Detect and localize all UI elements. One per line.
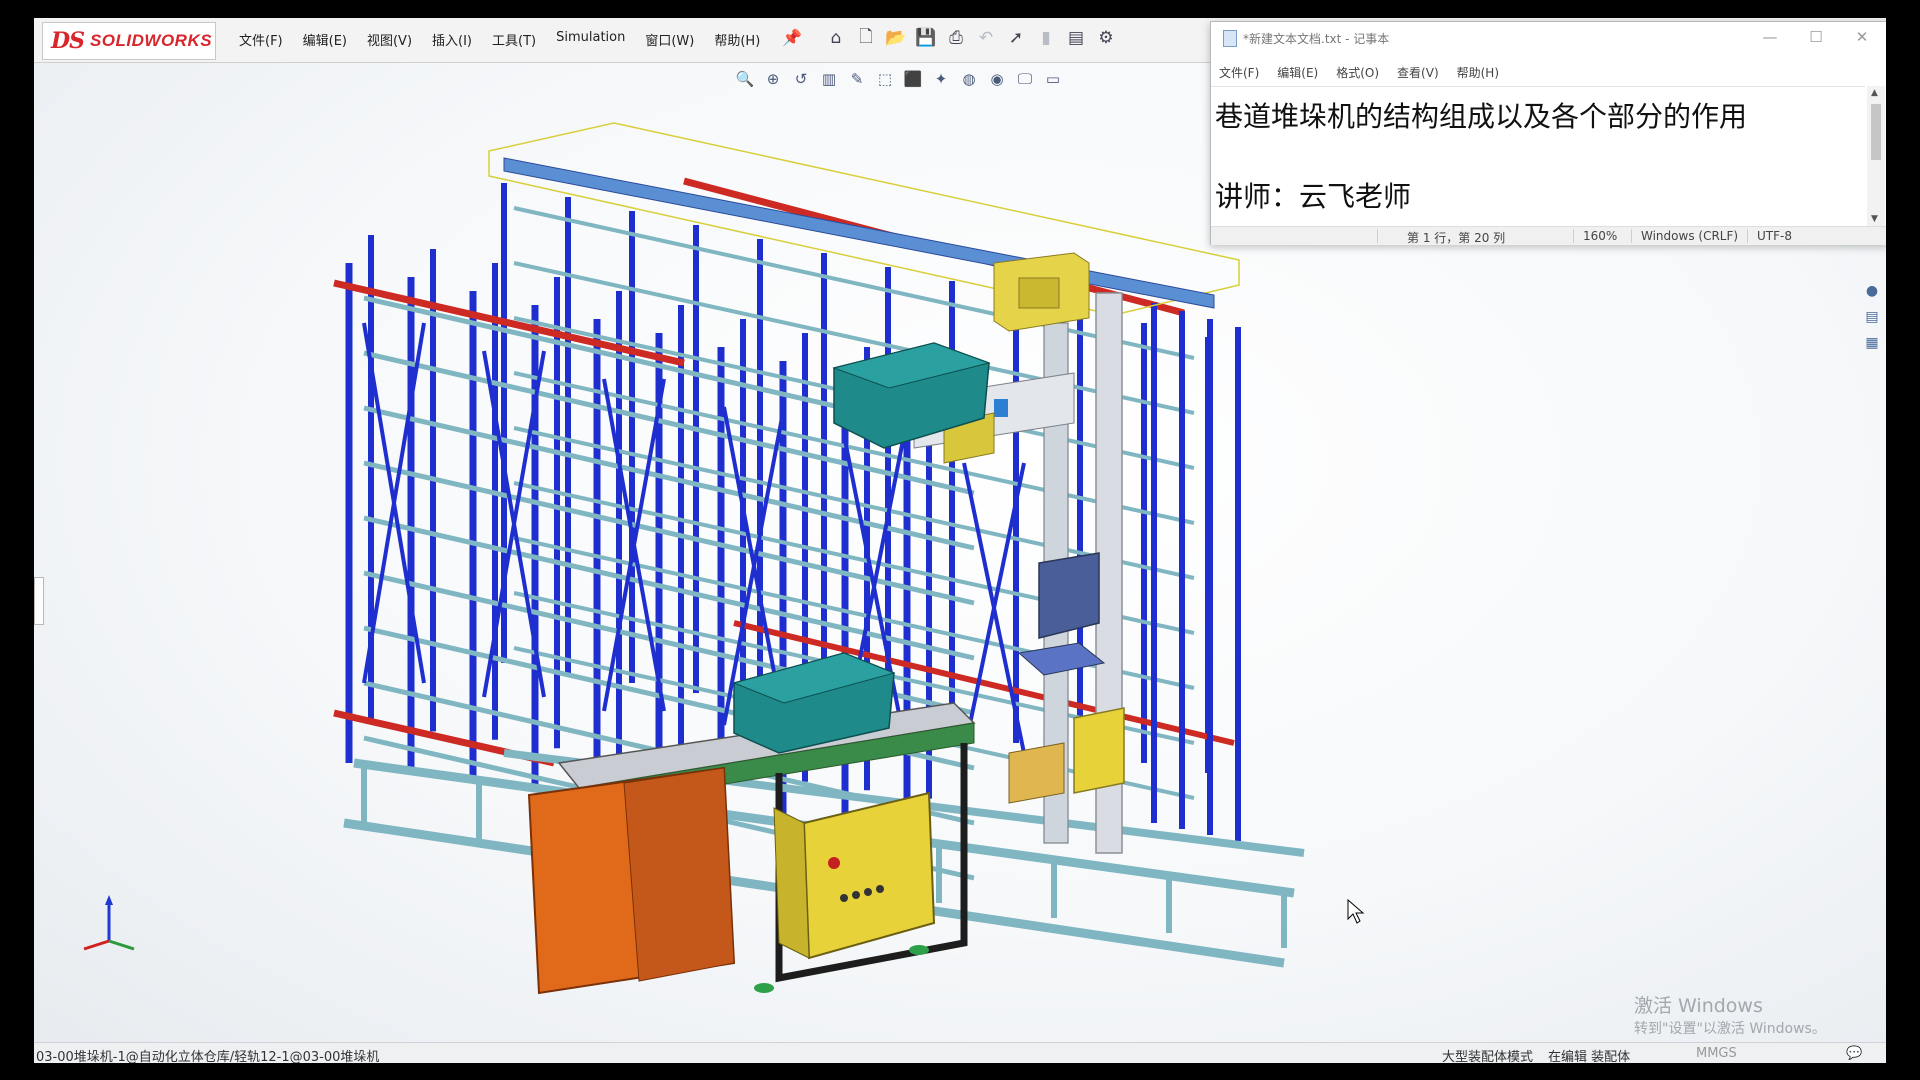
top-carriage	[993, 252, 1090, 332]
text-line-3: 讲师：云飞老师	[1215, 180, 1412, 213]
new-document-icon[interactable]: 🗋	[854, 26, 878, 50]
solidworks-logo[interactable]: DS SOLIDWORKS	[42, 22, 216, 60]
menu-window[interactable]: 窗口(W)	[645, 30, 694, 49]
electrical-cabinet	[773, 791, 936, 960]
scroll-down-icon[interactable]: ▼	[1871, 214, 1878, 224]
menu-file[interactable]: 文件(F)	[239, 30, 283, 49]
minimize-icon[interactable]: —	[1755, 28, 1785, 46]
menu-simulation[interactable]: Simulation	[556, 30, 625, 49]
pin-menu-icon[interactable]: 📌	[782, 28, 802, 48]
menu-tools[interactable]: 工具(T)	[492, 30, 536, 49]
rebuild-icon[interactable]: ▮	[1034, 26, 1058, 50]
menu-view[interactable]: 视图(V)	[367, 30, 412, 49]
notepad-scrollbar[interactable]: ▲ ▼	[1867, 86, 1885, 228]
notepad-app-icon	[1223, 30, 1237, 47]
rack-shelf-arm	[363, 460, 975, 606]
screen-frame: DS SOLIDWORKS 文件(F) 编辑(E) 视图(V) 插入(I) 工具…	[34, 18, 1886, 1063]
scroll-up-icon[interactable]: ▲	[1871, 88, 1878, 98]
editing-mode: 在编辑 装配体	[1548, 1050, 1631, 1063]
encoding: UTF-8	[1757, 229, 1792, 243]
menu-help[interactable]: 帮助(H)	[714, 30, 760, 49]
file-properties-icon[interactable]: ▤	[1064, 26, 1088, 50]
logo-name: SOLIDWORKS	[89, 31, 213, 50]
zoom-level: 160%	[1583, 229, 1618, 243]
notepad-text-area[interactable]: 巷道堆垛机的结构组成以及各个部分的作用 讲师：云飞老师	[1211, 86, 1865, 227]
notepad-statusbar: 第 1 行，第 20 列 160% Windows (CRLF) UTF-8	[1211, 226, 1886, 245]
line-ending: Windows (CRLF)	[1641, 229, 1739, 243]
design-library-icon[interactable]: ▤	[1862, 309, 1882, 329]
solidworks-statusbar: 03-00堆垛机-1@自动化立体仓库/轻轨12-1@03-00堆垛机 大型装配体…	[34, 1042, 1886, 1063]
notepad-title: *新建文本文档.txt - 记事本	[1243, 32, 1390, 46]
feature-manager-toggle[interactable]	[34, 577, 44, 625]
large-assembly-mode: 大型装配体模式	[1442, 1050, 1534, 1063]
logo-mark: DS	[51, 28, 85, 54]
unit-system[interactable]: MMGS	[1696, 1046, 1737, 1061]
undo-icon[interactable]: ↶	[974, 26, 998, 50]
active-component-path: 03-00堆垛机-1@自动化立体仓库/轻轨12-1@03-00堆垛机	[36, 1050, 380, 1063]
mouse-cursor-icon	[1347, 899, 1365, 924]
hmi-monitor	[1017, 552, 1106, 676]
maximize-icon[interactable]: ☐	[1801, 28, 1831, 46]
activation-watermark-title: 激活 Windows	[1634, 995, 1763, 1017]
open-folder-icon[interactable]: 📂	[884, 26, 908, 50]
scroll-thumb[interactable]	[1871, 104, 1881, 160]
save-icon[interactable]: 💾	[914, 26, 938, 50]
menu-insert[interactable]: 插入(I)	[432, 30, 472, 49]
main-menu: 文件(F) 编辑(E) 视图(V) 插入(I) 工具(T) Simulation…	[239, 30, 780, 49]
options-gear-icon[interactable]: ⚙	[1094, 26, 1118, 50]
resources-icon[interactable]: ●	[1862, 283, 1882, 303]
print-icon[interactable]: ⎙	[944, 26, 968, 50]
menu-edit[interactable]: 编辑(E)	[303, 30, 347, 49]
notepad-menu: 文件(F) 编辑(E) 格式(O) 查看(V) 帮助(H)	[1219, 64, 1517, 81]
np-menu-format[interactable]: 格式(O)	[1336, 64, 1379, 81]
np-menu-help[interactable]: 帮助(H)	[1457, 64, 1499, 81]
notepad-titlebar[interactable]: *新建文本文档.txt - 记事本 — ☐ ✕	[1211, 22, 1886, 54]
cursor-position: 第 1 行，第 20 列	[1407, 231, 1506, 245]
task-pane-tabs: ● ▤ ▦	[1862, 283, 1884, 355]
axis-triad	[83, 895, 135, 951]
close-icon[interactable]: ✕	[1847, 28, 1877, 46]
np-menu-edit[interactable]: 编辑(E)	[1277, 64, 1318, 81]
select-arrow-icon[interactable]: ➚	[1004, 26, 1028, 50]
help-bubble-icon[interactable]: 💬	[1846, 1046, 1862, 1061]
notepad-window[interactable]: *新建文本文档.txt - 记事本 — ☐ ✕ 文件(F) 编辑(E) 格式(O…	[1210, 21, 1886, 245]
text-line-1: 巷道堆垛机的结构组成以及各个部分的作用	[1215, 100, 1748, 133]
view-palette-icon[interactable]: ▦	[1862, 335, 1882, 355]
activation-watermark-subtitle: 转到"设置"以激活 Windows。	[1634, 1021, 1826, 1037]
np-menu-view[interactable]: 查看(V)	[1397, 64, 1439, 81]
np-menu-file[interactable]: 文件(F)	[1219, 64, 1259, 81]
lower-drive-box	[1073, 707, 1125, 794]
standard-toolbar: ⌂ 🗋 📂 💾 ⎙ ↶ ➚ ▮ ▤ ⚙	[824, 26, 1118, 50]
home-icon[interactable]: ⌂	[824, 26, 848, 50]
orange-cabinet	[527, 766, 736, 995]
